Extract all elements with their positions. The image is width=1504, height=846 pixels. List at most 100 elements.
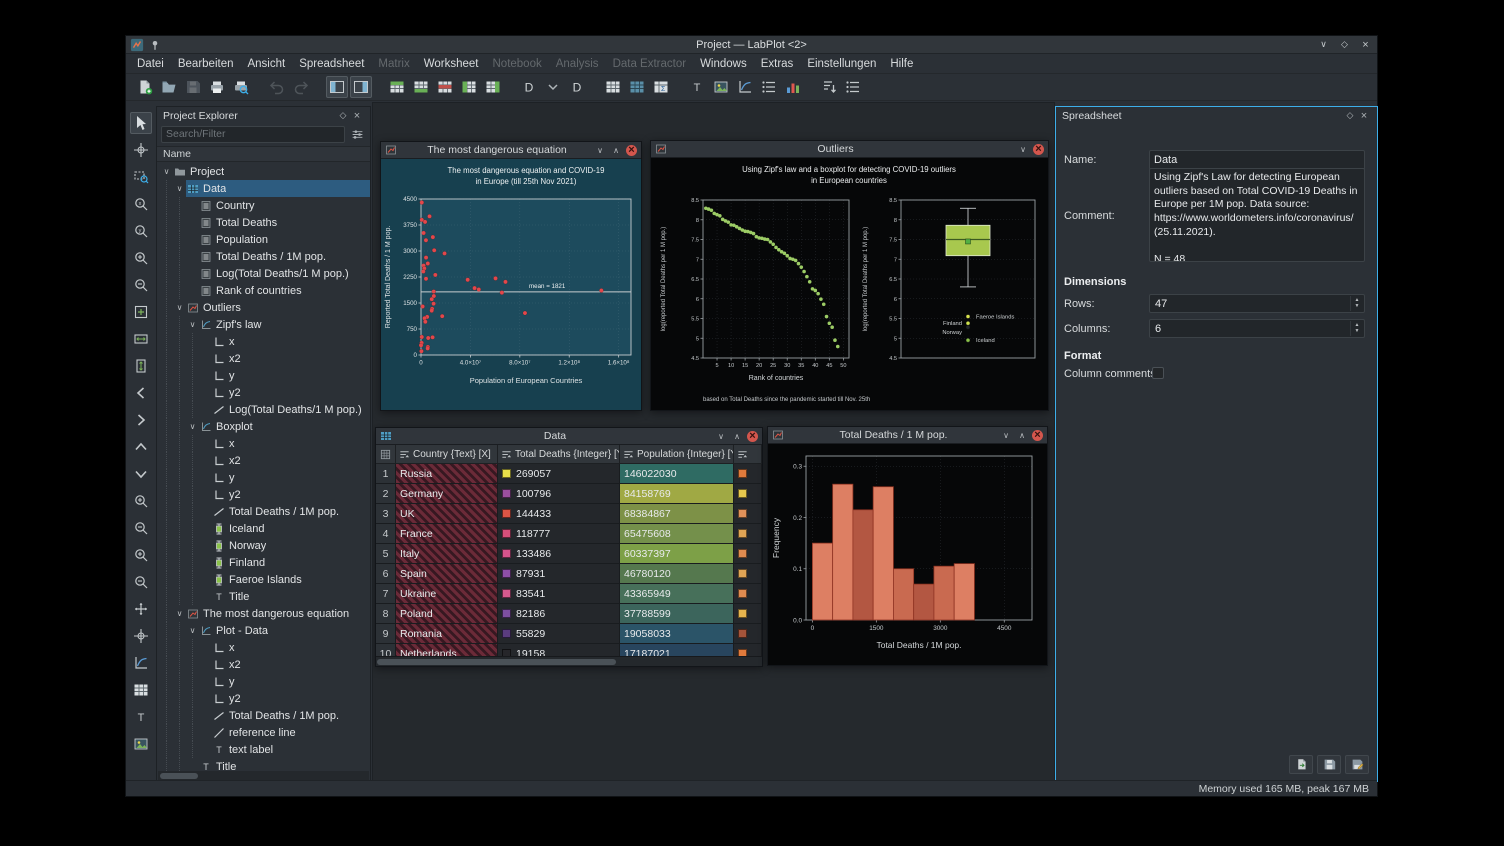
zoom-y-select-button[interactable]: y	[130, 220, 152, 242]
tree-item-title[interactable]: TTitle	[157, 758, 370, 771]
zoom-in-y-button[interactable]	[130, 544, 152, 566]
search-input[interactable]	[161, 126, 345, 143]
menu-bearbeiten[interactable]: Bearbeiten	[171, 56, 241, 72]
menu-windows[interactable]: Windows	[693, 56, 754, 72]
shift-right-x-button[interactable]	[130, 409, 152, 431]
total-deaths-cell[interactable]: 133486	[498, 544, 620, 564]
expand-arrow-icon[interactable]: ∨	[186, 422, 199, 431]
expand-arrow-icon[interactable]: ∨	[160, 167, 173, 176]
restore-button[interactable]	[1016, 429, 1028, 441]
cursor-tool-button[interactable]	[130, 625, 152, 647]
scrollbar-thumb[interactable]	[377, 659, 616, 665]
expand-arrow-icon[interactable]: ∨	[173, 303, 186, 312]
table-row[interactable]: 9Romania5582919058033	[376, 624, 762, 644]
population-cell[interactable]: 84158769	[620, 484, 734, 504]
tree-item-y[interactable]: y	[157, 673, 370, 690]
tree-item-y2[interactable]: y2	[157, 690, 370, 707]
extra-column-cell[interactable]	[734, 644, 762, 656]
extra-column-cell[interactable]	[734, 544, 762, 564]
total-deaths-cell[interactable]: 82186	[498, 604, 620, 624]
mdi-window-outliers[interactable]: Outliers Using Zipf's law and a boxplot …	[650, 140, 1049, 411]
extra-column-cell[interactable]	[734, 464, 762, 484]
menu-extras[interactable]: Extras	[754, 56, 801, 72]
extra-column-cell[interactable]	[734, 484, 762, 504]
tree-item-y2[interactable]: y2	[157, 486, 370, 503]
zoom-x-select-button[interactable]: x	[130, 193, 152, 215]
scrollbar-thumb[interactable]	[160, 773, 198, 779]
tree-item-x2[interactable]: x2	[157, 656, 370, 673]
extra-column-cell[interactable]	[734, 524, 762, 544]
column-header-total-deaths-integer-y[interactable]: Total Deaths {Integer} [Y]	[498, 445, 620, 464]
table-row[interactable]: 5Italy13348660337397	[376, 544, 762, 564]
insert-row-above-button[interactable]	[386, 76, 408, 98]
open-project-button[interactable]	[158, 76, 180, 98]
tree-item-outliers[interactable]: ∨Outliers	[157, 299, 370, 316]
table-row[interactable]: 10Netherlands1915817187021	[376, 644, 762, 656]
print-button[interactable]	[206, 76, 228, 98]
zoom-in-x-button[interactable]	[130, 490, 152, 512]
filter-options-icon[interactable]	[348, 125, 366, 143]
menu-spreadsheet[interactable]: Spreadsheet	[292, 56, 371, 72]
tree-item-boxplot[interactable]: ∨Boxplot	[157, 418, 370, 435]
project-explorer-header[interactable]: Project Explorer	[157, 107, 370, 124]
float-dock-icon[interactable]	[1343, 109, 1357, 122]
tree-item-population[interactable]: Population	[157, 231, 370, 248]
notebook-options-button[interactable]	[542, 76, 564, 98]
extra-column-cell[interactable]	[734, 504, 762, 524]
country-cell[interactable]: Poland	[396, 604, 498, 624]
shift-up-y-button[interactable]	[130, 436, 152, 458]
select-mode-button[interactable]	[130, 112, 152, 134]
column-header-population-integer-y[interactable]: Population {Integer} [Y]	[620, 445, 734, 464]
mdi-window-histogram[interactable]: Total Deaths / 1 M pop. 01500300045000.0…	[767, 426, 1048, 666]
rows-stepper[interactable]: 47 ▲▼	[1149, 294, 1365, 313]
country-cell[interactable]: Russia	[396, 464, 498, 484]
menu-hilfe[interactable]: Hilfe	[883, 56, 920, 72]
save-as-button[interactable]	[1345, 755, 1369, 774]
tree-item-the-most-dangerous-equation[interactable]: ∨The most dangerous equation	[157, 605, 370, 622]
undo-button[interactable]	[266, 76, 288, 98]
tree-item-x[interactable]: x	[157, 435, 370, 452]
tree-item-zipf-s-law[interactable]: ∨Zipf's law	[157, 316, 370, 333]
extra-column-cell[interactable]	[734, 584, 762, 604]
population-cell[interactable]: 46780120	[620, 564, 734, 584]
tree-item-rank-of-countries[interactable]: Rank of countries	[157, 282, 370, 299]
table-row[interactable]: 1Russia269057146022030	[376, 464, 762, 484]
close-dock-icon[interactable]	[1357, 109, 1371, 122]
zoom-out-button[interactable]	[130, 274, 152, 296]
country-cell[interactable]: France	[396, 524, 498, 544]
population-cell[interactable]: 43365949	[620, 584, 734, 604]
column-header-partial[interactable]	[734, 445, 762, 464]
add-image-button[interactable]	[710, 76, 732, 98]
population-cell[interactable]: 60337397	[620, 544, 734, 564]
expand-arrow-icon[interactable]: ∨	[186, 626, 199, 635]
pin-icon[interactable]	[148, 38, 162, 52]
new-matrix-button[interactable]	[626, 76, 648, 98]
tree-item-reference-line[interactable]: reference line	[157, 724, 370, 741]
menu-data-extractor[interactable]: Data Extractor	[606, 56, 694, 72]
pan-mode-button[interactable]	[130, 598, 152, 620]
table-row[interactable]: 4France11877765475608	[376, 524, 762, 544]
total-deaths-cell[interactable]: 87931	[498, 564, 620, 584]
new-notebook-button[interactable]: D	[518, 76, 540, 98]
auto-scale-x-button[interactable]	[130, 328, 152, 350]
text-tool-button[interactable]: T	[130, 706, 152, 728]
toggle-project-explorer-button[interactable]	[326, 76, 348, 98]
total-deaths-cell[interactable]: 269057	[498, 464, 620, 484]
close-button[interactable]	[1032, 430, 1043, 441]
close-button[interactable]	[747, 431, 758, 442]
population-cell[interactable]: 19058033	[620, 624, 734, 644]
total-deaths-cell[interactable]: 55829	[498, 624, 620, 644]
extra-column-cell[interactable]	[734, 624, 762, 644]
properties-dock-header[interactable]: Spreadsheet	[1056, 107, 1377, 124]
total-deaths-cell[interactable]: 118777	[498, 524, 620, 544]
shift-down-y-button[interactable]	[130, 463, 152, 485]
table-row[interactable]: 7Ukraine8354143365949	[376, 584, 762, 604]
country-cell[interactable]: Romania	[396, 624, 498, 644]
tree-item-x[interactable]: x	[157, 333, 370, 350]
shade-button[interactable]	[715, 430, 727, 442]
population-cell[interactable]: 65475608	[620, 524, 734, 544]
tree-item-total-deaths[interactable]: Total Deaths	[157, 214, 370, 231]
name-field[interactable]	[1149, 150, 1365, 170]
table-row[interactable]: 2Germany10079684158769	[376, 484, 762, 504]
tree-item-title[interactable]: TTitle	[157, 588, 370, 605]
